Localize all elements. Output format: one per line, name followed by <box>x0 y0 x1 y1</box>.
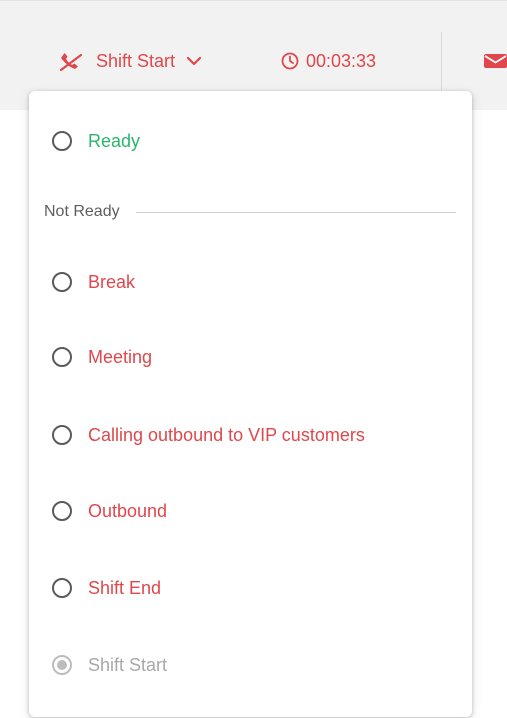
agent-state-toggle[interactable]: Shift Start <box>58 45 203 77</box>
toolbar-divider <box>441 32 442 90</box>
radio-button[interactable] <box>52 347 72 367</box>
radio-button-selected <box>52 655 72 675</box>
radio-button[interactable] <box>52 501 72 521</box>
agent-state-label: Shift Start <box>96 50 176 71</box>
option-label: Outbound <box>88 500 168 521</box>
radio-button[interactable] <box>52 272 72 292</box>
option-label: Meeting <box>88 346 153 367</box>
option-calling-outbound-vip[interactable]: Calling outbound to VIP customers <box>52 418 365 452</box>
state-timer: 00:03:33 <box>280 45 376 77</box>
option-meeting[interactable]: Meeting <box>52 340 152 374</box>
radio-button[interactable] <box>52 578 72 598</box>
radio-button[interactable] <box>52 425 72 445</box>
option-label: Shift End <box>88 577 162 598</box>
option-shift-start-current: Shift Start <box>52 648 167 682</box>
agent-state-menu: Ready Not Ready Break Meeting Calling ou… <box>29 91 472 717</box>
mail-icon[interactable] <box>484 53 507 69</box>
option-shift-end[interactable]: Shift End <box>52 571 161 605</box>
option-break[interactable]: Break <box>52 265 135 299</box>
chevron-down-icon <box>185 52 203 70</box>
section-label: Not Ready <box>44 203 120 220</box>
option-ready[interactable]: Ready <box>52 124 140 158</box>
clock-icon <box>280 51 300 71</box>
section-divider <box>135 211 456 213</box>
option-label: Break <box>88 271 136 292</box>
not-ready-section-header: Not Ready <box>44 201 456 223</box>
phone-off-icon <box>58 49 84 73</box>
option-label: Calling outbound to VIP customers <box>88 424 365 445</box>
radio-button[interactable] <box>52 131 72 151</box>
option-label: Shift Start <box>88 654 168 675</box>
option-outbound[interactable]: Outbound <box>52 494 167 528</box>
option-label: Ready <box>88 130 141 151</box>
timer-value: 00:03:33 <box>306 50 377 71</box>
